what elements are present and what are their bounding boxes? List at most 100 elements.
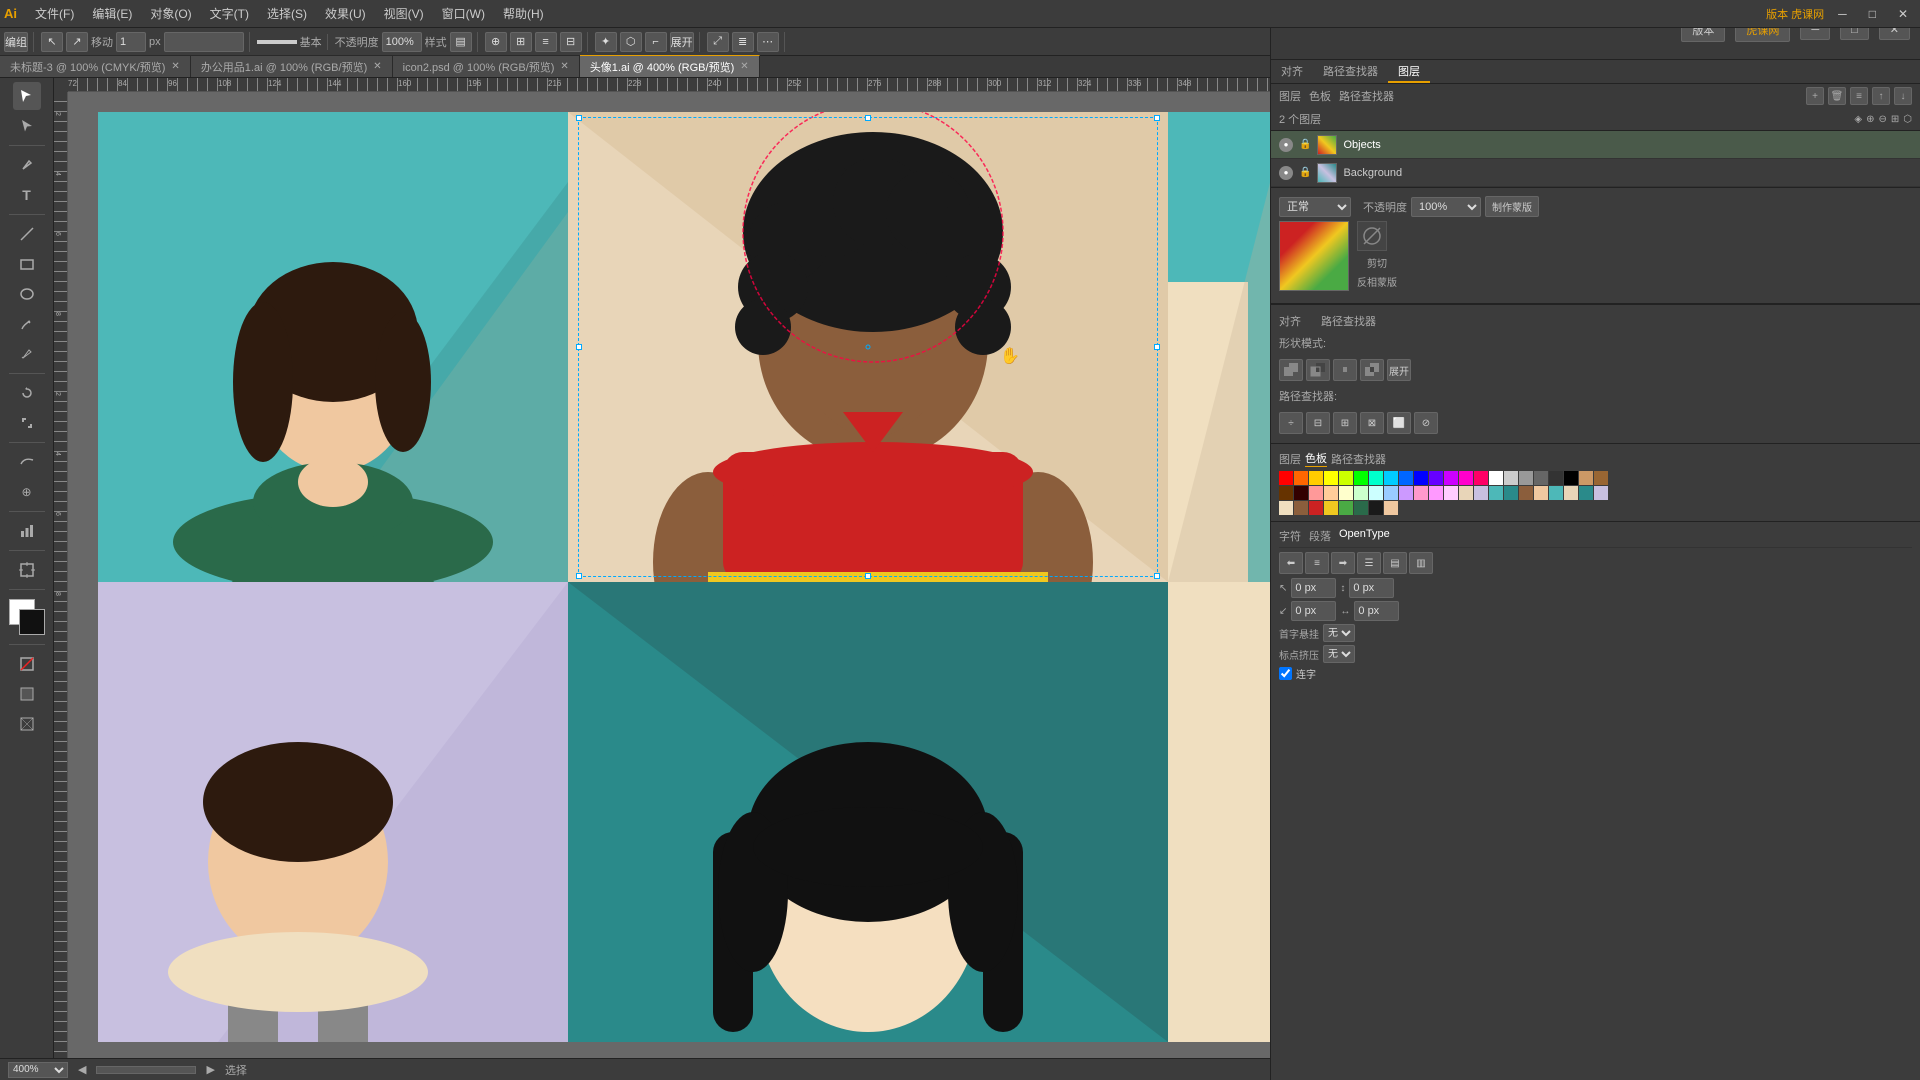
menu-view[interactable]: 视图(V) [376,3,432,24]
style-btn[interactable]: ▤ [450,32,472,52]
color-swatch[interactable] [1369,486,1383,500]
color-swatch[interactable] [1294,471,1308,485]
anchor-add[interactable]: ✦ [595,32,617,52]
mask-icon[interactable] [1357,221,1387,251]
menu-text[interactable]: 文字(T) [202,3,257,24]
align-right-btn[interactable]: ➡ [1331,552,1355,574]
layer-down[interactable]: ↓ [1894,87,1912,105]
color-swatch[interactable] [1414,486,1428,500]
tool-pencil[interactable] [13,340,41,368]
menu-edit[interactable]: 编辑(E) [84,3,140,24]
cell-top-left[interactable] [98,112,568,582]
tool-select[interactable] [13,82,41,110]
color-swatch[interactable] [1519,486,1533,500]
color-swatch[interactable] [1429,471,1443,485]
color-swatch[interactable] [1354,486,1368,500]
layer-up[interactable]: ↑ [1872,87,1890,105]
color-swatch[interactable] [1534,471,1548,485]
layer-eye-background[interactable]: ● [1279,166,1293,180]
tool-pen[interactable] [13,151,41,179]
panel-tab-align[interactable]: 对齐 [1271,60,1313,83]
color-swatch[interactable] [1594,471,1608,485]
typo-tab-ot[interactable]: OpenType [1339,528,1390,544]
tab-office1[interactable]: 办公用品1.ai @ 100% (RGB/预览) ✕ [191,55,393,77]
color-swatch[interactable] [1369,471,1383,485]
tab-avatar1[interactable]: 头像1.ai @ 400% (RGB/预览) ✕ [580,55,760,77]
palette-tab-layers[interactable]: 图层 [1279,451,1301,467]
color-swatch-extra[interactable] [1369,501,1383,515]
color-swatch[interactable] [1339,471,1353,485]
layer-row-objects[interactable]: ● 🔒 Objects [1271,131,1920,159]
align-btn2[interactable]: ≣ [732,32,754,52]
palette-tab-color[interactable]: 色板 [1305,450,1327,467]
color-swatch-extra[interactable] [1339,501,1353,515]
color-swatch[interactable] [1429,486,1443,500]
tab-untitled3[interactable]: 未标题-3 @ 100% (CMYK/预览) ✕ [0,55,191,77]
window-maximize[interactable]: □ [1861,5,1884,23]
layer-row-background[interactable]: ● 🔒 Background [1271,159,1920,187]
align-left-btn[interactable]: ⬅ [1279,552,1303,574]
align-justify2-btn[interactable]: ▥ [1409,552,1433,574]
layers-pf-tab[interactable]: 路径查找器 [1339,88,1394,104]
color-swatch[interactable] [1384,471,1398,485]
pad-left-input[interactable] [1354,601,1399,621]
pf-outline[interactable]: ⬜ [1387,412,1411,434]
color-swatch[interactable] [1549,471,1563,485]
menu-help[interactable]: 帮助(H) [495,3,552,24]
panel-tab-pathfinder[interactable]: 路径查找器 [1313,60,1388,83]
color-swatch[interactable] [1384,486,1398,500]
cell-bottom-right[interactable] [1168,582,1270,1042]
typo-tab-para[interactable]: 段落 [1309,528,1331,544]
pf-merge[interactable]: ⊞ [1333,412,1357,434]
layer-delete[interactable]: 🗑 [1828,87,1846,105]
menu-window[interactable]: 窗口(W) [434,3,493,24]
color-swatch[interactable] [1504,471,1518,485]
tool-scale[interactable] [13,409,41,437]
tool-symbol[interactable]: ⊕ [13,478,41,506]
tab-close-untitled3[interactable]: ✕ [171,61,179,72]
layer-lock-background[interactable]: 🔒 [1299,167,1311,178]
panel-tab-layers[interactable]: 图层 [1388,60,1430,83]
tab-close-office1[interactable]: ✕ [373,61,381,72]
color-swatch[interactable] [1339,486,1353,500]
color-swatch[interactable] [1459,486,1473,500]
color-swatch-extra[interactable] [1594,486,1608,500]
toolbar-direct-select[interactable]: ↗ [66,32,88,52]
color-swatch[interactable] [1354,471,1368,485]
menu-file[interactable]: 文件(F) [27,3,82,24]
align-justify-btn[interactable]: ☰ [1357,552,1381,574]
layer-icon3[interactable]: ⊖ [1878,114,1886,125]
transform-btn[interactable]: ⤢ [707,32,729,52]
artwork[interactable]: ✋ [68,92,1270,1058]
color-swatch[interactable] [1414,471,1428,485]
color-swatch[interactable] [1579,471,1593,485]
tool-warp[interactable] [13,448,41,476]
pf-intersect[interactable] [1333,359,1357,381]
toolbar-value-input[interactable] [164,32,244,52]
pf-subtract[interactable]: ⊘ [1414,412,1438,434]
tab-close-avatar1[interactable]: ✕ [740,61,748,72]
menu-object[interactable]: 对象(O) [142,3,199,24]
kerning-checkbox[interactable] [1279,667,1292,680]
pad-bottom-input[interactable] [1291,601,1336,621]
color-swatch[interactable] [1309,486,1323,500]
anchor-corner[interactable]: ⌐ [645,32,667,52]
align-h[interactable]: ≡ [535,32,557,52]
zoom-select[interactable]: 400%200%100%50% [8,1062,68,1078]
color-swatch[interactable] [1474,486,1488,500]
pf-minus[interactable] [1306,359,1330,381]
color-swatch-extra[interactable] [1384,501,1398,515]
tool-type[interactable]: T [13,181,41,209]
layer-new[interactable]: + [1806,87,1824,105]
color-swatch[interactable] [1489,486,1503,500]
nav-next[interactable]: ▶ [206,1063,214,1076]
color-swatch-extra[interactable] [1279,501,1293,515]
typo-tab-char[interactable]: 字符 [1279,528,1301,544]
color-swatch[interactable] [1564,471,1578,485]
tab-close-icon2[interactable]: ✕ [560,61,568,72]
canvas-area[interactable]: 72 84 96 108 124 144 160 196 216 228 240… [54,78,1270,1058]
cell-bottom-center[interactable] [568,582,1168,1042]
color-swatch[interactable] [1504,486,1518,500]
pf-trim[interactable]: ⊟ [1306,412,1330,434]
color-swatch-extra[interactable] [1354,501,1368,515]
